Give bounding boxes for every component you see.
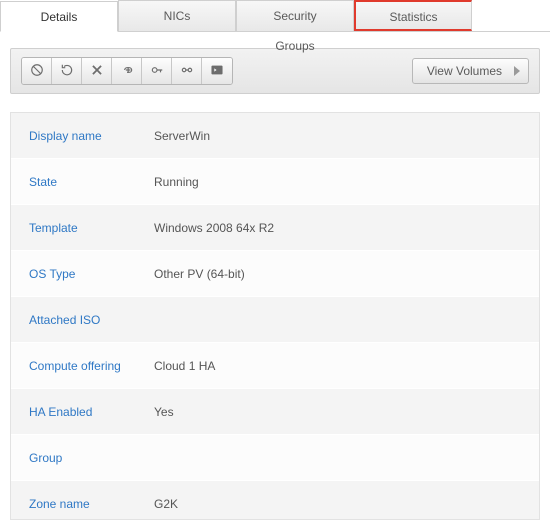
table-row: OS Type Other PV (64-bit): [11, 251, 539, 297]
tab-security-groups[interactable]: Security Groups: [236, 0, 354, 31]
reset-password-button[interactable]: [142, 58, 172, 84]
table-row: Display name ServerWin: [11, 113, 539, 159]
table-row: Attached ISO: [11, 297, 539, 343]
field-label: State: [29, 175, 154, 189]
attach-iso-button[interactable]: [112, 58, 142, 84]
link-icon: [180, 63, 194, 80]
table-row: Template Windows 2008 64x R2: [11, 205, 539, 251]
tab-bar: Details NICs Security Groups Statistics: [0, 0, 550, 32]
table-row: Group: [11, 435, 539, 481]
table-row: Compute offering Cloud 1 HA: [11, 343, 539, 389]
attach-icon: [120, 63, 134, 80]
stop-icon: [30, 63, 44, 80]
tab-details[interactable]: Details: [0, 1, 118, 32]
link-button[interactable]: [172, 58, 202, 84]
field-value: Running: [154, 175, 199, 189]
field-label: OS Type: [29, 267, 154, 281]
field-value: Windows 2008 64x R2: [154, 221, 274, 235]
field-label: Zone name: [29, 497, 154, 511]
field-label: Attached ISO: [29, 313, 154, 327]
table-row: State Running: [11, 159, 539, 205]
action-button-group: [21, 57, 233, 85]
field-label: Display name: [29, 129, 154, 143]
reboot-icon: [60, 63, 74, 80]
key-icon: [150, 63, 164, 80]
tab-nics[interactable]: NICs: [118, 0, 236, 31]
details-scroll[interactable]: Display name ServerWin State Running Tem…: [11, 113, 539, 519]
console-icon: [210, 63, 224, 80]
field-value: Other PV (64-bit): [154, 267, 245, 281]
field-value: ServerWin: [154, 129, 210, 143]
details-content: Display name ServerWin State Running Tem…: [10, 112, 540, 520]
field-label: Template: [29, 221, 154, 235]
field-value: G2K: [154, 497, 178, 511]
reboot-button[interactable]: [52, 58, 82, 84]
stop-button[interactable]: [22, 58, 52, 84]
destroy-button[interactable]: [82, 58, 112, 84]
tab-statistics[interactable]: Statistics: [354, 0, 472, 31]
details-panel: View Volumes Display name ServerWin Stat…: [0, 32, 550, 530]
view-volumes-button[interactable]: View Volumes: [412, 58, 529, 84]
table-row: Zone name G2K: [11, 481, 539, 519]
field-value: Cloud 1 HA: [154, 359, 215, 373]
field-label: HA Enabled: [29, 405, 154, 419]
console-button[interactable]: [202, 58, 232, 84]
close-icon: [90, 63, 104, 80]
field-value: Yes: [154, 405, 174, 419]
table-row: HA Enabled Yes: [11, 389, 539, 435]
field-label: Group: [29, 451, 154, 465]
field-label: Compute offering: [29, 359, 154, 373]
